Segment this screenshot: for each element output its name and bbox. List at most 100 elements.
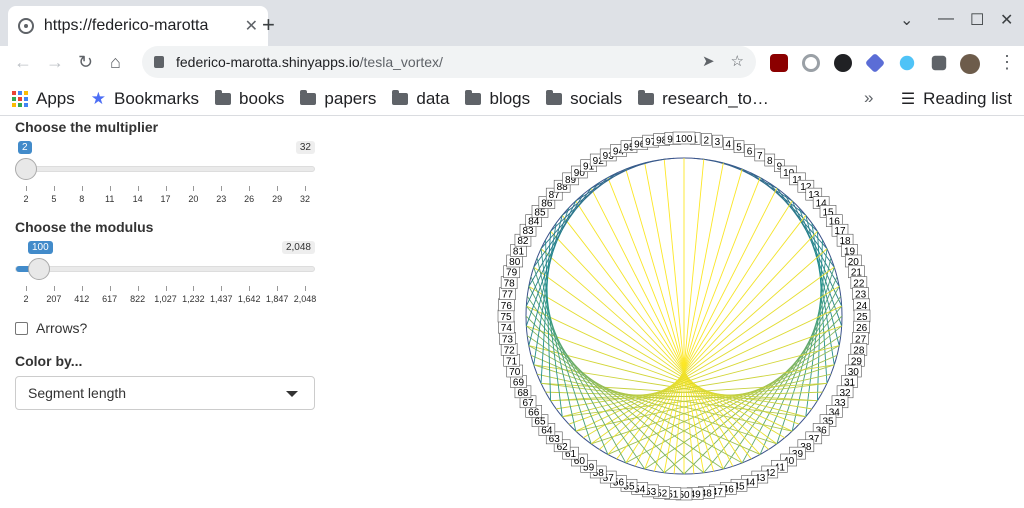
- bookmark-folder-papers[interactable]: papers: [300, 89, 376, 109]
- apps-grid-icon: [12, 90, 28, 107]
- vortex-node-label: 74: [498, 320, 515, 334]
- extension-circle-icon[interactable]: [802, 54, 820, 72]
- vortex-segment: [526, 325, 800, 425]
- browser-toolbar: ← → ↻ ⌂ federico-marotta.shinyapps.io/te…: [0, 46, 1024, 82]
- bookmark-bookmarks[interactable]: ★ Bookmarks: [91, 89, 199, 109]
- puzzle-extensions-icon[interactable]: [931, 55, 947, 71]
- vortex-segment: [722, 295, 842, 470]
- avatar[interactable]: [960, 54, 980, 74]
- svg-text:67: 67: [522, 398, 534, 409]
- shiny-app: Choose the multiplier 2 32 2 5 8 11 14 17 20 23…: [0, 116, 1024, 508]
- folder-icon: [215, 89, 232, 105]
- vortex-node-label: 100: [672, 131, 696, 145]
- modulus-tick-mark: [26, 286, 27, 291]
- multiplier-tick-mark: [53, 186, 55, 191]
- svg-text:8: 8: [767, 156, 773, 167]
- forward-button[interactable]: →: [46, 52, 64, 73]
- multiplier-handle[interactable]: [15, 158, 37, 180]
- minimize-button[interactable]: —: [938, 10, 954, 28]
- modulus-value-badge: 100: [28, 241, 53, 254]
- svg-text:74: 74: [501, 323, 513, 334]
- arrows-checkbox[interactable]: [15, 321, 28, 335]
- send-tab-icon[interactable]: ➤: [702, 52, 715, 70]
- maximize-button[interactable]: ☐: [970, 10, 984, 30]
- svg-text:66: 66: [528, 407, 540, 418]
- multiplier-tick-label: 11: [105, 194, 115, 204]
- multiplier-tick-mark: [193, 186, 195, 191]
- bookmark-label: research_to…: [662, 88, 769, 108]
- color-by-select[interactable]: Segment length: [15, 376, 315, 410]
- bookmarks-overflow-button[interactable]: »: [864, 88, 873, 108]
- bookmark-label: Bookmarks: [114, 88, 200, 108]
- tab-bar: https://federico-marotta ✕ + ⌄ — ☐ ✕: [0, 0, 1024, 46]
- modulus-tick-label: 1,232: [182, 294, 205, 304]
- modulus-tick-mark: [53, 286, 55, 291]
- vortex-node-label: 8: [764, 153, 776, 167]
- tab-search-icon[interactable]: ⌄: [900, 10, 913, 30]
- bookmark-folder-data[interactable]: data: [392, 89, 449, 109]
- bookmark-folder-books[interactable]: books: [215, 89, 284, 109]
- home-button[interactable]: ⌂: [110, 52, 121, 73]
- diamond-extension-icon[interactable]: [864, 52, 886, 74]
- multiplier-track[interactable]: [25, 166, 315, 172]
- bookmark-label: blogs: [489, 88, 531, 108]
- multiplier-tick-label: 17: [160, 194, 171, 204]
- reload-button[interactable]: ↻: [78, 52, 93, 73]
- multiplier-tick-mark: [137, 186, 139, 191]
- star-icon: ★: [90, 88, 106, 108]
- close-window-button[interactable]: ✕: [1000, 10, 1013, 30]
- vortex-node-label: 75: [497, 309, 515, 323]
- modulus-tick-label: 1,437: [210, 294, 233, 304]
- modulus-track[interactable]: [15, 266, 315, 272]
- paw-extension-icon[interactable]: [834, 54, 852, 72]
- new-tab-button[interactable]: +: [262, 12, 275, 38]
- arrows-checkbox-row[interactable]: Arrows?: [15, 320, 87, 336]
- vortex-segment: [540, 248, 769, 450]
- address-bar[interactable]: federico-marotta.shinyapps.io/tesla_vort…: [142, 46, 756, 78]
- vortex-segment: [607, 231, 818, 455]
- bookmark-folder-socials[interactable]: socials: [546, 89, 622, 109]
- reading-list-icon: ☰: [900, 91, 916, 108]
- modulus-tick-mark: [81, 286, 83, 291]
- vortex-node-label: 6: [744, 144, 755, 157]
- vortex-node-label: 2: [701, 133, 712, 146]
- bookmark-apps[interactable]: Apps: [12, 89, 75, 109]
- browser-tab[interactable]: https://federico-marotta ✕: [8, 6, 268, 46]
- vortex-segment: [664, 157, 675, 160]
- svg-text:77: 77: [502, 290, 514, 301]
- modulus-tick-label: 2: [23, 294, 29, 304]
- bookmark-label: Apps: [36, 88, 75, 108]
- close-tab-icon[interactable]: ✕: [245, 16, 258, 36]
- bookmark-star-icon[interactable]: ☆: [731, 52, 744, 70]
- menu-dots-icon[interactable]: ⋮: [998, 52, 1016, 73]
- vortex-segment: [663, 162, 724, 473]
- reading-list-button[interactable]: ☰ Reading list: [901, 89, 1012, 109]
- modulus-tick-label: 1,027: [154, 294, 177, 304]
- vortex-segment: [568, 325, 842, 425]
- svg-text:79: 79: [506, 268, 518, 279]
- back-button[interactable]: ←: [14, 52, 32, 73]
- multiplier-tick-mark: [26, 186, 27, 191]
- svg-text:78: 78: [504, 279, 516, 290]
- lock-icon[interactable]: [154, 56, 164, 68]
- modulus-tick-mark: [305, 286, 306, 291]
- svg-text:68: 68: [517, 388, 529, 399]
- bookmark-folder-blogs[interactable]: blogs: [465, 89, 530, 109]
- vortex-segment: [525, 315, 685, 475]
- svg-text:75: 75: [500, 312, 512, 323]
- bookmark-folder-research[interactable]: research_to…: [638, 89, 769, 109]
- multiplier-tick-label: 5: [51, 194, 57, 204]
- multiplier-max-badge: 32: [295, 141, 315, 154]
- modulus-handle[interactable]: [28, 258, 51, 280]
- circle-extension-icon[interactable]: [899, 55, 915, 71]
- svg-text:2: 2: [704, 135, 710, 146]
- tab-title: https://federico-marotta: [43, 17, 209, 34]
- ublock-icon[interactable]: [770, 54, 788, 72]
- modulus-slider[interactable]: 100 2,048 2 207 412 617 822 1,027 1,232 1,437 1,…: [15, 240, 316, 304]
- svg-text:100: 100: [676, 134, 693, 145]
- vortex-node-label: 76: [498, 298, 515, 312]
- modulus-tick-label: 1,642: [237, 294, 261, 304]
- modulus-tick-label: 412: [74, 294, 90, 304]
- vortex-node-label: 3: [712, 134, 723, 148]
- multiplier-slider[interactable]: 2 32 2 5 8 11 14 17 20 23 26 29 32: [15, 140, 315, 204]
